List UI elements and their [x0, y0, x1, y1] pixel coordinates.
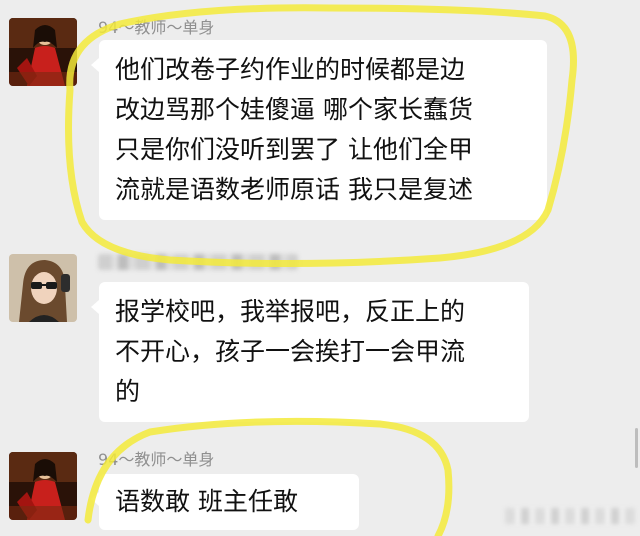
sender-name-blurred	[98, 254, 298, 270]
sender-name: 94～教师～单身	[98, 18, 215, 37]
message-text-line: 语数敢 班主任敢	[115, 487, 298, 516]
message-bubble[interactable]: 语数敢 班主任敢	[91, 474, 359, 530]
message-text-line: 不开心，孩子一会挨打一会甲流	[115, 337, 466, 366]
watermark-blurred	[505, 508, 635, 524]
sender-name: 94～教师～单身	[98, 450, 215, 469]
message-text-line: 他们改卷子约作业的时候都是边	[115, 55, 466, 84]
message-text-line: 改边骂那个娃傻逼 哪个家长蠢货	[115, 95, 473, 124]
message-bubble[interactable]: 报学校吧，我举报吧，反正上的 不开心，孩子一会挨打一会甲流 的	[91, 282, 529, 422]
avatar[interactable]	[9, 254, 77, 322]
message-text-line: 的	[115, 377, 141, 406]
avatar[interactable]	[9, 452, 77, 520]
message-bubble[interactable]: 他们改卷子约作业的时候都是边 改边骂那个娃傻逼 哪个家长蠢货 只是你们没听到罢了…	[91, 40, 547, 220]
message-text-line: 流就是语数老师原话 我只是复述	[115, 175, 473, 204]
avatar[interactable]	[9, 18, 77, 86]
scrollbar[interactable]	[635, 428, 638, 468]
message-text-line: 只是你们没听到罢了 让他们全甲	[115, 135, 473, 164]
chat-window: 94～教师～单身 他们改卷子约作业的时候都是边 改边骂那个娃傻逼 哪个家长蠢货 …	[0, 0, 640, 536]
message-text-line: 报学校吧，我举报吧，反正上的	[115, 297, 466, 326]
